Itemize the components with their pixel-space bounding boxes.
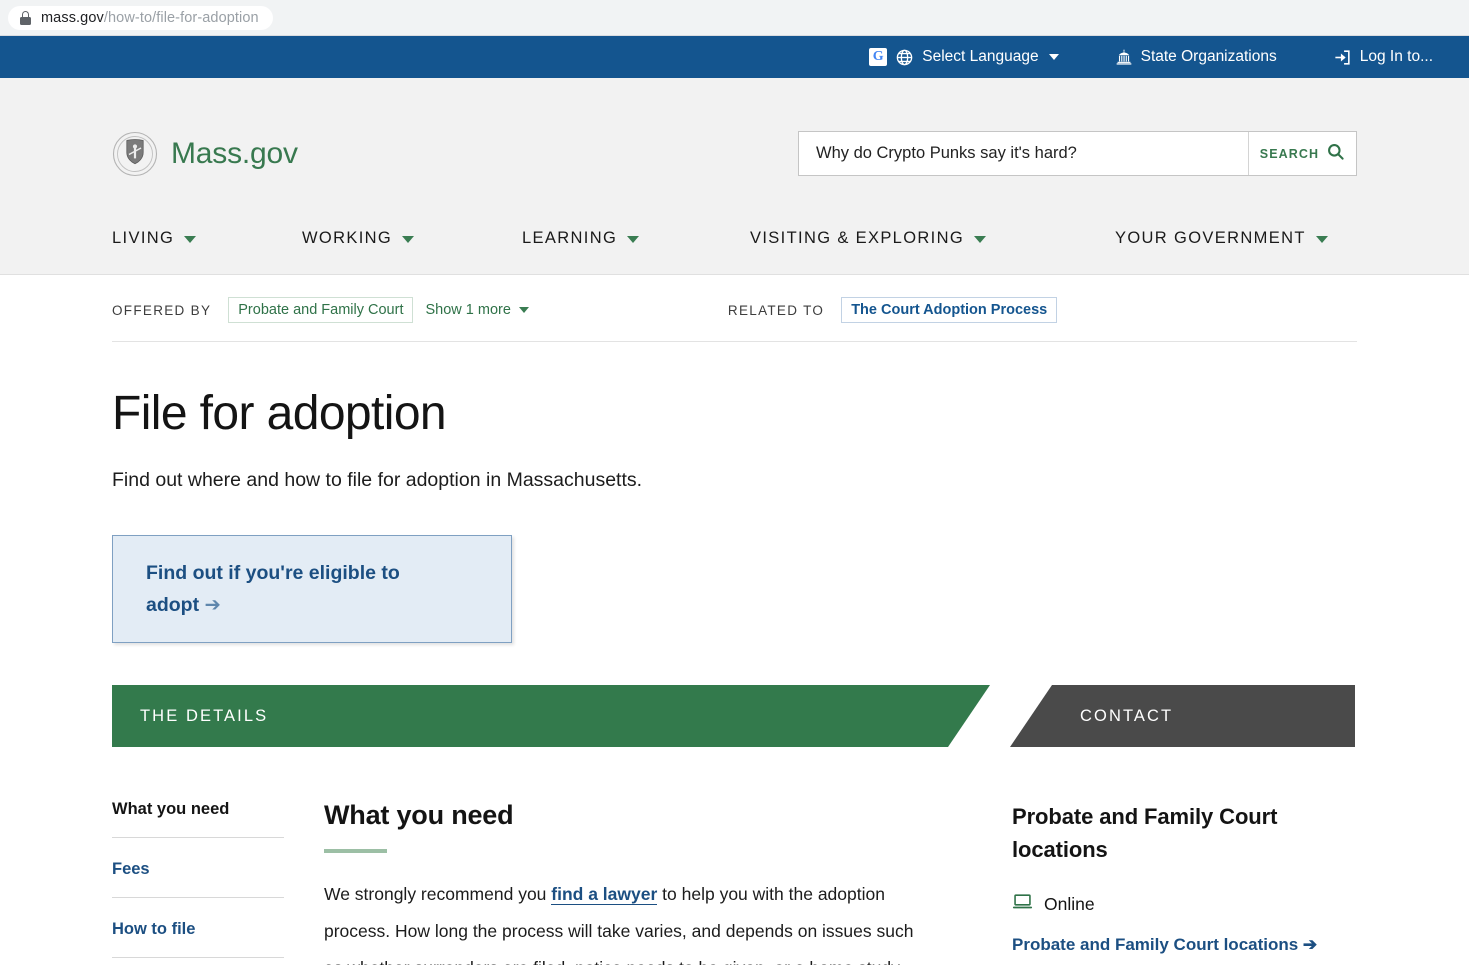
chevron-down-icon (627, 236, 640, 243)
nav-item-label: VISITING & EXPLORING (750, 229, 965, 247)
the-details-banner: THE DETAILS (112, 685, 990, 747)
chevron-down-icon (184, 236, 197, 243)
contact-panel: Probate and Family Court locations Onlin… (1012, 800, 1342, 965)
chevron-down-icon (402, 236, 415, 243)
sidebar-item-how-to-file[interactable]: How to file (112, 920, 284, 958)
chevron-down-icon (974, 236, 987, 243)
site-logo[interactable]: Mass.gov (112, 131, 298, 177)
login-arrow-icon (1333, 48, 1352, 67)
paragraph-text-before-link: We strongly recommend you (324, 884, 552, 904)
select-language-button[interactable]: G Select Language (855, 48, 1072, 67)
arrow-right-icon: ➔ (204, 594, 221, 616)
nav-item-living[interactable]: LIVING (112, 229, 302, 248)
contact-banner: CONTACT (1010, 685, 1355, 747)
search-button-label: SEARCH (1259, 146, 1320, 161)
chevron-down-icon (1048, 54, 1059, 60)
sidebar-item-fees[interactable]: Fees (112, 860, 284, 898)
nav-item-learning[interactable]: LEARNING (522, 229, 750, 248)
article-heading: What you need (324, 800, 514, 830)
eligibility-cta-button[interactable]: Find out if you're eligible to adopt ➔ (112, 535, 512, 643)
state-organizations-label: State Organizations (1140, 48, 1277, 65)
article-body: What you need We strongly recommend you … (324, 800, 919, 965)
log-in-label: Log In to... (1359, 48, 1433, 65)
url-text: mass.gov/how-to/file-for-adoption (41, 10, 259, 26)
nav-item-working[interactable]: WORKING (302, 229, 522, 248)
url-path: /how-to/file-for-adoption (103, 9, 259, 26)
select-language-label: Select Language (922, 48, 1039, 65)
log-in-button[interactable]: Log In to... (1319, 48, 1447, 67)
search-input[interactable] (799, 132, 1248, 175)
chevron-down-icon (518, 307, 529, 313)
url-pill[interactable]: mass.gov/how-to/file-for-adoption (8, 5, 273, 30)
state-organizations-button[interactable]: State Organizations (1101, 48, 1291, 66)
google-translate-icon: G (869, 48, 888, 66)
online-row: Online (1012, 892, 1342, 916)
page-title: File for adoption (112, 387, 447, 440)
nav-item-visiting-exploring[interactable]: VISITING & EXPLORING (750, 229, 1115, 248)
related-to-label: RELATED TO (727, 302, 825, 318)
page-subtitle: Find out where and how to file for adopt… (112, 469, 643, 491)
monitor-icon (1012, 892, 1033, 916)
lock-icon (20, 10, 31, 25)
section-banners: THE DETAILS CONTACT (112, 685, 1357, 747)
search-button[interactable]: SEARCH (1248, 132, 1356, 175)
chevron-down-icon (1315, 236, 1328, 243)
page-meta-row: OFFERED BY Probate and Family Court Show… (112, 275, 1357, 342)
show-more-button[interactable]: Show 1 more (425, 302, 529, 318)
browser-url-bar: mass.gov/how-to/file-for-adoption (0, 0, 1469, 36)
offered-by-tag[interactable]: Probate and Family Court (228, 297, 414, 323)
nav-item-your-government[interactable]: YOUR GOVERNMENT (1115, 229, 1328, 248)
url-domain: mass.gov (41, 9, 104, 26)
section-side-navigation: What you need Fees How to file Next step… (112, 800, 284, 965)
probate-family-court-locations-link[interactable]: Probate and Family Court locations ➔ (1012, 930, 1342, 961)
nav-item-label: YOUR GOVERNMENT (1115, 229, 1306, 247)
online-label: Online (1044, 893, 1095, 914)
massachusetts-seal-icon (112, 131, 158, 177)
nav-item-label: LIVING (112, 229, 175, 247)
the-details-label: THE DETAILS (140, 706, 269, 725)
search-icon (1326, 142, 1345, 166)
search-bar: SEARCH (798, 131, 1357, 176)
contact-label: CONTACT (1080, 706, 1174, 725)
site-header: Mass.gov SEARCH (0, 78, 1469, 223)
nav-item-label: LEARNING (522, 229, 618, 247)
cta-line-2: adopt (146, 594, 200, 616)
article-paragraph: We strongly recommend you find a lawyer … (324, 876, 919, 965)
sidebar-item-what-you-need[interactable]: What you need (112, 800, 284, 838)
find-a-lawyer-link[interactable]: find a lawyer (551, 884, 658, 905)
related-to-tag[interactable]: The Court Adoption Process (841, 297, 1058, 323)
site-logo-text: Mass.gov (171, 136, 298, 170)
main-navigation: LIVING WORKING LEARNING VISITING & EXPLO… (0, 223, 1469, 275)
utility-bar: G Select Language State Organizations Lo… (0, 36, 1469, 78)
heading-accent-rule (324, 849, 387, 853)
offered-by-label: OFFERED BY (112, 302, 212, 318)
nav-item-label: WORKING (302, 229, 393, 247)
cta-line-1: Find out if you're eligible to (146, 561, 400, 584)
globe-icon (895, 48, 914, 67)
show-more-label: Show 1 more (425, 302, 511, 318)
capitol-icon (1115, 48, 1133, 66)
contact-heading: Probate and Family Court locations (1012, 804, 1278, 862)
